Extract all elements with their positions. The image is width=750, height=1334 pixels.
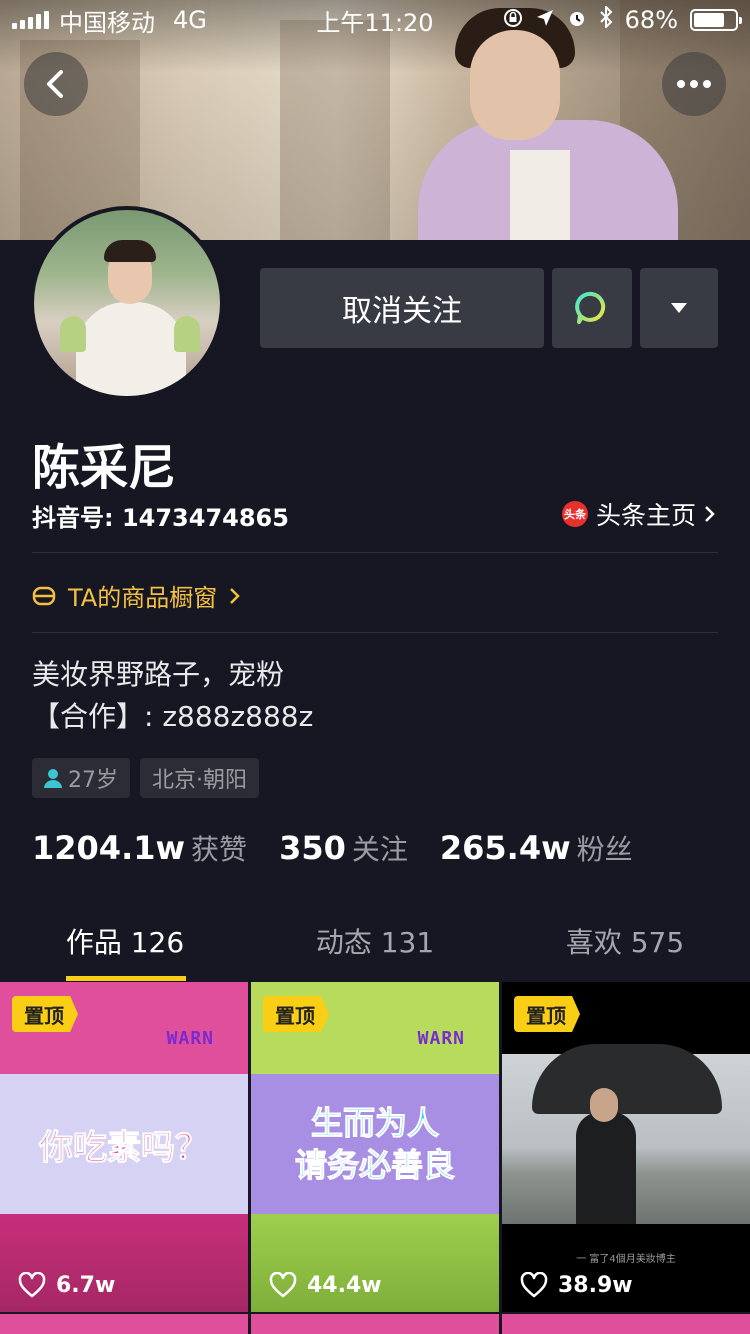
network-label: 4G bbox=[173, 6, 207, 34]
battery-icon bbox=[690, 9, 742, 31]
more-button[interactable] bbox=[662, 52, 726, 116]
location-icon bbox=[535, 6, 555, 34]
carrier-label: 中国移动 bbox=[59, 8, 155, 37]
following-stat[interactable]: 350 关注 bbox=[279, 828, 408, 868]
pinned-badge: 置顶 bbox=[514, 996, 580, 1032]
video-thumbnail[interactable] bbox=[502, 1314, 750, 1334]
message-button[interactable] bbox=[552, 268, 632, 348]
video-likes: 38.9w bbox=[520, 1272, 633, 1298]
followers-stat[interactable]: 265.4w 粉丝 bbox=[440, 828, 633, 868]
toutiao-link[interactable]: 头条 头条主页 bbox=[561, 496, 716, 532]
tab-likes[interactable]: 喜欢 575 bbox=[500, 900, 750, 982]
likes-count: 6.7w bbox=[56, 1272, 116, 1298]
heart-icon bbox=[18, 1272, 46, 1298]
profile-bio: 美妆界野路子，宠粉 【合作】: z888z888z bbox=[32, 654, 313, 738]
stat-label: 获赞 bbox=[191, 833, 248, 866]
avatar[interactable] bbox=[30, 206, 224, 400]
likes-stat: 1204.1w 获赞 bbox=[32, 828, 247, 868]
likes-count: 44.4w bbox=[307, 1272, 382, 1298]
divider bbox=[32, 552, 718, 553]
lock-rotation-icon bbox=[503, 6, 523, 34]
dropdown-button[interactable] bbox=[640, 268, 718, 348]
profile-stats: 1204.1w 获赞 350 关注 265.4w 粉丝 bbox=[32, 828, 633, 868]
likes-count: 38.9w bbox=[558, 1272, 633, 1298]
content-tabs: 作品 126 动态 131 喜欢 575 bbox=[0, 900, 750, 982]
tab-posts[interactable]: 动态 131 bbox=[250, 900, 500, 982]
bio-line: 美妆界野路子，宠粉 bbox=[32, 658, 285, 691]
video-caption: 一 富了4個月美妝博主 bbox=[576, 1254, 676, 1265]
video-title-line: 生而为人 bbox=[310, 1104, 439, 1143]
chevron-right-icon bbox=[705, 506, 715, 522]
toutiao-label: 头条主页 bbox=[595, 501, 696, 530]
video-grid: 置顶 WARN 你吃素吗？ 6.7w 置顶 WARN 生而为人 请务必善良 44… bbox=[0, 982, 750, 1334]
video-thumbnail[interactable] bbox=[251, 1314, 499, 1334]
toutiao-logo-icon: 头条 bbox=[561, 501, 588, 527]
video-thumbnail[interactable]: 置顶 WARN 生而为人 请务必善良 44.4w bbox=[251, 982, 499, 1312]
chevron-left-icon bbox=[47, 70, 63, 98]
age-tag: 27岁 bbox=[32, 758, 130, 798]
pinned-badge: 置顶 bbox=[263, 996, 329, 1032]
stat-number: 1204.1w bbox=[32, 829, 186, 867]
heart-icon bbox=[520, 1272, 548, 1298]
stat-number: 265.4w bbox=[439, 829, 571, 867]
profile-name: 陈采尼 bbox=[32, 440, 177, 496]
more-dots-icon bbox=[677, 80, 711, 88]
video-title-line: 请务必善良 bbox=[294, 1146, 455, 1185]
tab-indicator bbox=[66, 976, 186, 981]
warn-sticker: WARN bbox=[166, 1028, 214, 1049]
douyin-id: 抖音号: 1473474865 bbox=[32, 504, 289, 532]
battery-percent: 68% bbox=[624, 6, 678, 34]
tab-works[interactable]: 作品 126 bbox=[0, 900, 250, 982]
signal-icon bbox=[12, 11, 49, 29]
pinned-badge: 置顶 bbox=[12, 996, 78, 1032]
shop-window-label: TA的商品橱窗 bbox=[68, 584, 218, 612]
video-likes: 6.7w bbox=[18, 1272, 115, 1298]
video-likes: 44.4w bbox=[269, 1272, 382, 1298]
video-thumbnail[interactable] bbox=[0, 1314, 248, 1334]
unfollow-button[interactable]: 取消关注 bbox=[260, 268, 544, 348]
triangle-down-icon bbox=[671, 303, 687, 313]
bluetooth-icon bbox=[599, 4, 613, 34]
stat-label: 关注 bbox=[351, 833, 408, 866]
video-thumbnail[interactable]: 置顶 一 富了4個月美妝博主 38.9w bbox=[502, 982, 750, 1312]
profile-tags: 27岁 北京·朝阳 bbox=[32, 758, 259, 798]
message-bubble-icon bbox=[575, 291, 606, 324]
stat-label: 粉丝 bbox=[576, 833, 633, 866]
warn-sticker: WARN bbox=[417, 1028, 465, 1049]
video-title: 生而为人 请务必善良 bbox=[251, 1074, 499, 1214]
person-icon bbox=[44, 769, 62, 788]
bio-line: 【合作】: z888z888z bbox=[32, 700, 314, 733]
location-label: 北京·朝阳 bbox=[152, 768, 247, 793]
divider bbox=[32, 632, 718, 633]
video-thumbnail[interactable]: 置顶 WARN 你吃素吗？ 6.7w bbox=[0, 982, 248, 1312]
back-button[interactable] bbox=[24, 52, 88, 116]
status-bar: 中国移动 4G 上午11:20 68% bbox=[0, 0, 750, 40]
video-title: 你吃素吗？ bbox=[0, 1074, 248, 1214]
clock: 上午11:20 bbox=[316, 8, 434, 37]
alarm-icon bbox=[567, 6, 587, 34]
stat-number: 350 bbox=[279, 829, 346, 867]
chevron-right-icon bbox=[230, 587, 240, 604]
shop-window-link[interactable]: TA的商品橱窗 bbox=[32, 578, 241, 613]
age-label: 27岁 bbox=[68, 768, 118, 793]
shop-cart-icon bbox=[32, 586, 56, 605]
location-tag: 北京·朝阳 bbox=[140, 758, 259, 798]
heart-icon bbox=[269, 1272, 297, 1298]
